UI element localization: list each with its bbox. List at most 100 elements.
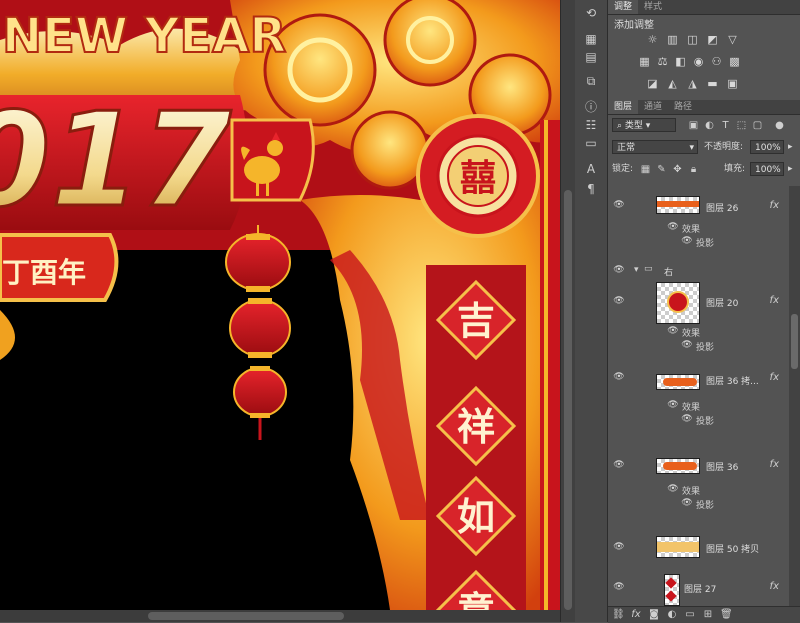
curves-icon[interactable]: ◫ [686, 34, 699, 45]
layer-row[interactable]: 👁︎ 图层 36 fx [608, 442, 789, 482]
eye-icon[interactable]: 👁︎ [612, 372, 626, 382]
trash-icon[interactable]: 🗑︎ [720, 609, 733, 621]
vertical-scrollbar[interactable] [560, 0, 575, 622]
tab-layers[interactable]: 图层 [608, 100, 639, 114]
horizontal-scrollbar[interactable] [0, 610, 560, 622]
brush-presets-icon[interactable]: ▤ [582, 48, 600, 66]
group-row[interactable]: 👁︎ ▾ ▭ 右 [608, 262, 789, 279]
layer-row[interactable]: 👁︎ 图层 20 fx [608, 278, 789, 324]
info-icon[interactable]: ⓘ [582, 98, 600, 116]
blend-mode-select[interactable]: 正常 ▾ [612, 140, 698, 154]
eye-icon[interactable]: 👁︎ [666, 484, 680, 494]
threshold-icon[interactable]: ◮ [686, 78, 699, 89]
filter-shape-icon[interactable]: ⬚ [736, 120, 747, 131]
eye-icon[interactable]: 👁︎ [666, 326, 680, 336]
layer-name[interactable]: 图层 27 [684, 582, 716, 595]
color-lookup-icon[interactable]: ▩ [728, 56, 741, 67]
layers-scroll-thumb[interactable] [791, 314, 798, 369]
document-canvas[interactable]: 017 NEW YEAR 丁酉年 [0, 0, 560, 610]
brightness-icon[interactable]: ☼ [646, 34, 659, 45]
shadow-row[interactable]: 👁︎ 投影 [608, 234, 789, 263]
shadow-row[interactable]: 👁︎ 投影 [608, 412, 789, 443]
layer-comps-icon[interactable]: ▭ [582, 134, 600, 152]
swatches-icon[interactable]: ▦ [582, 30, 600, 48]
adjustment-icon[interactable]: ◐ [666, 609, 678, 621]
character-icon[interactable]: A [582, 160, 600, 178]
layer-row[interactable]: 👁︎ 图层 36 拷... fx [608, 358, 789, 398]
fx-icon[interactable]: fx [770, 295, 779, 306]
shadow-row[interactable]: 👁︎ 投影 [608, 496, 789, 525]
layer-name[interactable]: 图层 26 [706, 201, 738, 214]
fx-icon[interactable]: fx [770, 200, 779, 211]
fx-icon[interactable]: fx [770, 459, 779, 470]
color-balance-icon[interactable]: ⚖ [656, 56, 669, 67]
shadow-row[interactable]: 👁︎ 投影 [608, 338, 789, 359]
black-white-icon[interactable]: ◧ [674, 56, 687, 67]
effects-row[interactable]: 👁︎ 效果 [608, 324, 789, 339]
eye-icon[interactable]: 👁︎ [680, 414, 694, 424]
effects-row[interactable]: 👁︎ 效果 [608, 398, 789, 413]
eye-icon[interactable]: 👁︎ [666, 222, 680, 232]
lock-transparent-icon[interactable]: ▦ [640, 164, 651, 175]
mask-icon[interactable]: ◙ [648, 609, 660, 621]
vertical-scroll-thumb[interactable] [564, 190, 572, 610]
eye-icon[interactable]: 👁︎ [612, 460, 626, 470]
eye-icon[interactable]: 👁︎ [612, 582, 626, 592]
effects-row[interactable]: 👁︎ 效果 [608, 482, 789, 497]
fx-icon[interactable]: fx [630, 609, 642, 621]
layer-row[interactable]: 👁︎ 图层 26 fx [608, 186, 789, 221]
gradient-map-icon[interactable]: ▬ [706, 78, 719, 89]
channel-mixer-icon[interactable]: ⚇ [710, 56, 723, 67]
layer-name[interactable]: 图层 50 拷贝 [706, 542, 759, 555]
tab-paths[interactable]: 路径 [668, 100, 698, 114]
eye-icon[interactable]: 👁︎ [680, 498, 694, 508]
filter-smart-object-icon[interactable]: ▢ [752, 120, 763, 131]
lock-all-icon[interactable]: 🔒︎ [688, 164, 699, 175]
clone-source-icon[interactable]: ⧉ [582, 72, 600, 90]
fx-icon[interactable]: fx [770, 581, 779, 592]
lock-position-icon[interactable]: ✥ [672, 164, 683, 175]
eye-icon[interactable]: 👁︎ [612, 296, 626, 306]
eye-icon[interactable]: 👁︎ [680, 236, 694, 246]
properties-icon[interactable]: ☷ [582, 116, 600, 134]
selective-color-icon[interactable]: ▣ [726, 78, 739, 89]
chevron-down-icon[interactable]: ▸ [788, 162, 793, 176]
posterize-icon[interactable]: ◭ [666, 78, 679, 89]
tab-channels[interactable]: 通道 [638, 100, 668, 114]
layer-filter-select[interactable]: ⌕ 类型 ▾ [612, 118, 676, 132]
lock-paint-icon[interactable]: ✎ [656, 164, 667, 175]
fill-input[interactable]: 100% [750, 162, 784, 176]
eye-icon[interactable]: 👁︎ [612, 200, 626, 210]
paragraph-icon[interactable]: ¶ [582, 180, 600, 198]
layer-name[interactable]: 图层 20 [706, 296, 738, 309]
eye-icon[interactable]: 👁︎ [612, 542, 626, 552]
opacity-input[interactable]: 100% [750, 140, 784, 154]
group-name[interactable]: 右 [664, 265, 673, 278]
history-icon[interactable]: ⟲ [582, 4, 600, 22]
layer-name[interactable]: 图层 36 拷... [706, 374, 759, 387]
horizontal-scroll-thumb[interactable] [148, 612, 344, 620]
filter-toggle-icon[interactable]: ● [774, 120, 785, 131]
expand-arrow-icon[interactable]: ▾ [634, 265, 639, 275]
photo-filter-icon[interactable]: ◉ [692, 56, 705, 67]
fx-icon[interactable]: fx [770, 372, 779, 383]
link-icon[interactable]: ⛓︎ [612, 609, 625, 621]
folder-icon[interactable]: ▭ [684, 609, 696, 621]
layer-name[interactable]: 图层 36 [706, 460, 738, 473]
layers-scrollbar[interactable] [789, 186, 800, 606]
layer-row[interactable]: 👁︎ 图层 27 fx [608, 570, 789, 606]
hue-saturation-icon[interactable]: ▦ [638, 56, 651, 67]
filter-adjustment-icon[interactable]: ◐ [704, 120, 715, 131]
vibrance-icon[interactable]: ▽ [726, 34, 739, 45]
effects-row[interactable]: 👁︎ 效果 [608, 220, 789, 235]
tab-styles[interactable]: 样式 [638, 0, 668, 14]
filter-type-icon[interactable]: T [720, 120, 731, 131]
filter-pixel-icon[interactable]: ▣ [688, 120, 699, 131]
new-layer-icon[interactable]: ⊞ [702, 609, 714, 621]
chevron-down-icon[interactable]: ▸ [788, 140, 793, 154]
layer-row[interactable]: 👁︎ 图层 50 拷贝 [608, 524, 789, 571]
eye-icon[interactable]: 👁︎ [612, 265, 626, 275]
exposure-icon[interactable]: ◩ [706, 34, 719, 45]
eye-icon[interactable]: 👁︎ [666, 400, 680, 410]
tab-adjustments[interactable]: 调整 [608, 0, 639, 14]
